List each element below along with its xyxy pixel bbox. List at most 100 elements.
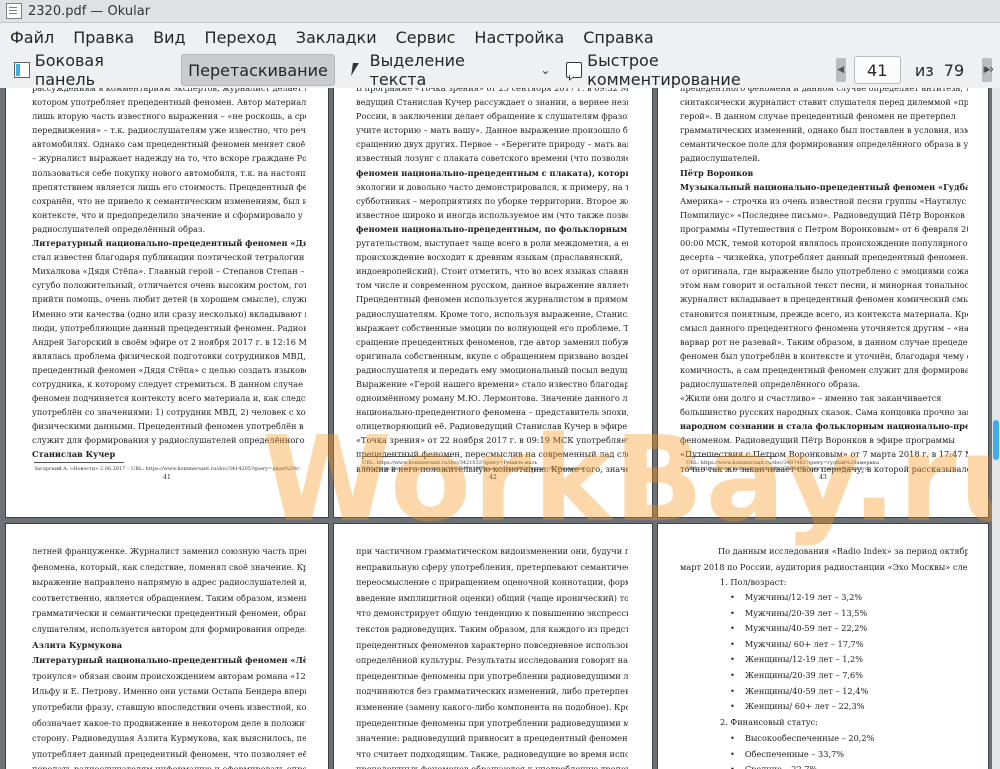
- text-line: прецедентные феномены при употреблении р…: [356, 717, 628, 728]
- text-line: Музыкальный национально-прецедентный фен…: [680, 181, 968, 192]
- text-line: Выражение «Герой нашего времени» стало и…: [356, 378, 628, 389]
- menu-edit[interactable]: Правка: [63, 28, 143, 47]
- text-line: Литературный национально-прецедентный фе…: [32, 238, 306, 249]
- text-line: радиослушателя и передать ему эмоциональ…: [356, 364, 628, 375]
- text-line: Литературный национально-прецедентный фе…: [32, 655, 306, 666]
- text-line: «Жили они долго и счастливо» – именно та…: [680, 393, 942, 404]
- sidebar-toggle-button[interactable]: Боковая панель: [8, 51, 173, 89]
- menu-settings[interactable]: Настройка: [464, 28, 573, 47]
- drag-mode-button[interactable]: Перетаскивание: [181, 54, 335, 86]
- drag-button-label: Перетаскивание: [188, 60, 328, 80]
- text-line: ругательством, выступает чаще всего в ро…: [356, 238, 628, 249]
- list-item: Женщины/40-59 лет – 12,4%: [730, 684, 868, 700]
- text-select-button[interactable]: Выделение текста: [343, 51, 530, 89]
- text-line: олицетворяющий её. Радиоведущий Станисла…: [356, 421, 628, 432]
- text-line: прецедентные феномены при употреблении р…: [356, 670, 628, 681]
- sidebar-button-label: Боковая панель: [34, 51, 104, 89]
- menu-file[interactable]: Файл: [0, 28, 63, 47]
- text-line: известное широко и иногда используемое и…: [356, 209, 628, 220]
- text-line: Именно эти качества (одно или сразу неск…: [32, 308, 306, 319]
- text-line: текстов радиоведущих. Таким образом, для…: [356, 623, 628, 634]
- page-text: при частичном грамматическом видоизменен…: [356, 544, 628, 769]
- text-line: происхождение восходит к древним языкам …: [356, 252, 623, 263]
- text-line: тронулся» обязан своим происхождением ав…: [32, 670, 306, 681]
- text-line: сотрудника, к которому следует стремитьс…: [32, 378, 306, 389]
- text-line: сращение прецедентных феноменов, где авт…: [356, 336, 628, 347]
- scrollbar-thumb[interactable]: [993, 420, 999, 460]
- footnote-rule: [362, 456, 452, 457]
- document-view[interactable]: рассуждениям в комментариям экспертов, ж…: [0, 88, 992, 769]
- text-line: – журналист выражает надежду на то, что …: [32, 153, 306, 164]
- text-line: Станислав Кучер: [32, 449, 116, 460]
- text-line: сугубо положительный, отличается очень в…: [32, 280, 306, 291]
- text-line: автомобилях. Однако сам прецедентный фен…: [32, 139, 306, 150]
- toolbar: Боковая панель Перетаскивание Выделение …: [0, 51, 1000, 89]
- page-number-input[interactable]: 41: [853, 56, 901, 84]
- text-line: радиослушателей.: [680, 153, 761, 164]
- menu-view[interactable]: Вид: [143, 28, 194, 47]
- text-line: оригинала собственным, вкупе с обращение…: [356, 350, 628, 361]
- menu-tools[interactable]: Сервис: [386, 28, 465, 47]
- text-line: обозначает какое-то продвижение в некото…: [32, 717, 306, 728]
- text-line: смысл данного прецедентного феномена уто…: [680, 322, 968, 333]
- vertical-scrollbar[interactable]: [992, 88, 1000, 769]
- text-line: программы «Путешествия с Петром Воронков…: [680, 223, 968, 234]
- page-42: В программе «Точка зрения» от 25 сентябр…: [334, 88, 652, 517]
- text-line: феномена, который, как следствие, поменя…: [32, 561, 306, 572]
- text-line: радиослушателей определённого образа.: [680, 378, 861, 389]
- text-line: лишь вторую часть известного выражения –…: [32, 111, 306, 122]
- text-line: прийти помощь, очень любит детей (в хоро…: [32, 294, 306, 305]
- page-number: 43: [819, 474, 827, 481]
- menu-go[interactable]: Переход: [195, 28, 286, 47]
- list-heading: 1. Пол/возраст:: [720, 577, 787, 588]
- text-line: В программе «Точка зрения» от 25 сентябр…: [356, 88, 628, 93]
- text-line: котором употребляет прецедентный феномен…: [32, 97, 306, 108]
- list-item: Мужчины/40-59 лет – 22,2%: [730, 621, 868, 637]
- text-line: радиослушателей определённый образ.: [32, 223, 206, 234]
- text-line: Азлита Курмукова: [32, 639, 123, 650]
- text-line: прецедентных феноменов обращаются к упот…: [356, 762, 628, 769]
- text-line: при частичном грамматическом видоизменен…: [356, 546, 628, 556]
- text-line: учите историю – мать вашу». Данное выраж…: [356, 125, 628, 136]
- text-line: введение имплицитной оценки) общий (чаще…: [356, 592, 628, 603]
- text-line: являлась проблема физической подготовки …: [32, 350, 306, 361]
- text-select-label: Выделение текста: [369, 51, 465, 89]
- menu-help[interactable]: Справка: [573, 28, 663, 47]
- text-line: десерта – чизкейка, употребляет данный п…: [680, 252, 968, 263]
- page-41: рассуждениям в комментариям экспертов, ж…: [6, 88, 328, 517]
- quick-comment-label: Быстрое комментирование: [587, 51, 741, 89]
- audience-list: Мужчины/12-19 лет – 3,2%Мужчины/20-39 ле…: [730, 590, 868, 715]
- text-line: По данным исследования «Radio Index» за …: [718, 546, 968, 556]
- text-line: семантическое поле для формирования опре…: [680, 139, 968, 150]
- text-line: выражение направлено напрямую в адрес ра…: [32, 577, 306, 588]
- text-line: большинство русских народных сказок. Сам…: [680, 407, 968, 418]
- text-line: журналист вкладывает в прецедентный фено…: [680, 294, 968, 305]
- text-line: народном сознании и стала фольклорным на…: [680, 421, 968, 432]
- text-line: национально-прецедентного феномена – пре…: [356, 407, 628, 418]
- title-bar: 2320.pdf — Okular: [0, 0, 1000, 23]
- text-line: этом нам говорит и остальной текст песни…: [680, 280, 968, 291]
- text-line: что демонстрирует общую тенденцию к повы…: [356, 608, 628, 619]
- chevron-down-icon[interactable]: ⌄: [540, 63, 550, 77]
- page-text: По данным исследования «Radio Index» за …: [680, 544, 968, 591]
- sidebar-icon: [14, 62, 30, 78]
- text-line: неправильную сферу употребления, претерп…: [356, 561, 628, 572]
- text-line: употреблён со значениями: 1) сотрудник М…: [32, 407, 306, 418]
- text-line: варвар рот не разевай». Таким образом, в…: [680, 336, 968, 347]
- okular-app-icon: [6, 3, 22, 19]
- menu-bar: Файл Правка Вид Переход Закладки Сервис …: [0, 22, 1000, 52]
- text-line: выражает собственные эмоции по волнующей…: [356, 322, 628, 333]
- text-line: подчиняются без грамматических изменений…: [356, 686, 628, 697]
- text-line: феномен национально-прецедентным с плака…: [356, 167, 628, 178]
- quick-comment-button[interactable]: Быстрое комментирование: [560, 51, 819, 89]
- text-line: феноменом. Радиоведущий Пётр Воронков в …: [680, 435, 955, 446]
- text-line: «Точка зрения» от 22 ноября 2017 г. в 09…: [356, 435, 628, 446]
- text-line: переосмысление с приращением оценочной к…: [356, 577, 628, 588]
- text-line: 00:00 МСК, темой которой являлось происх…: [680, 238, 968, 249]
- text-line: Помпилиус» «Последнее письмо». Радиоведу…: [680, 209, 968, 220]
- text-line: пользоваться себе покупку нового автомоб…: [32, 167, 306, 178]
- text-line: субботниках – мероприятиях по уборке тер…: [356, 195, 628, 206]
- previous-page-button[interactable]: ◀: [835, 58, 846, 82]
- menu-bookmarks[interactable]: Закладки: [286, 28, 386, 47]
- toolbar-overflow-icon[interactable]: ››: [984, 62, 994, 76]
